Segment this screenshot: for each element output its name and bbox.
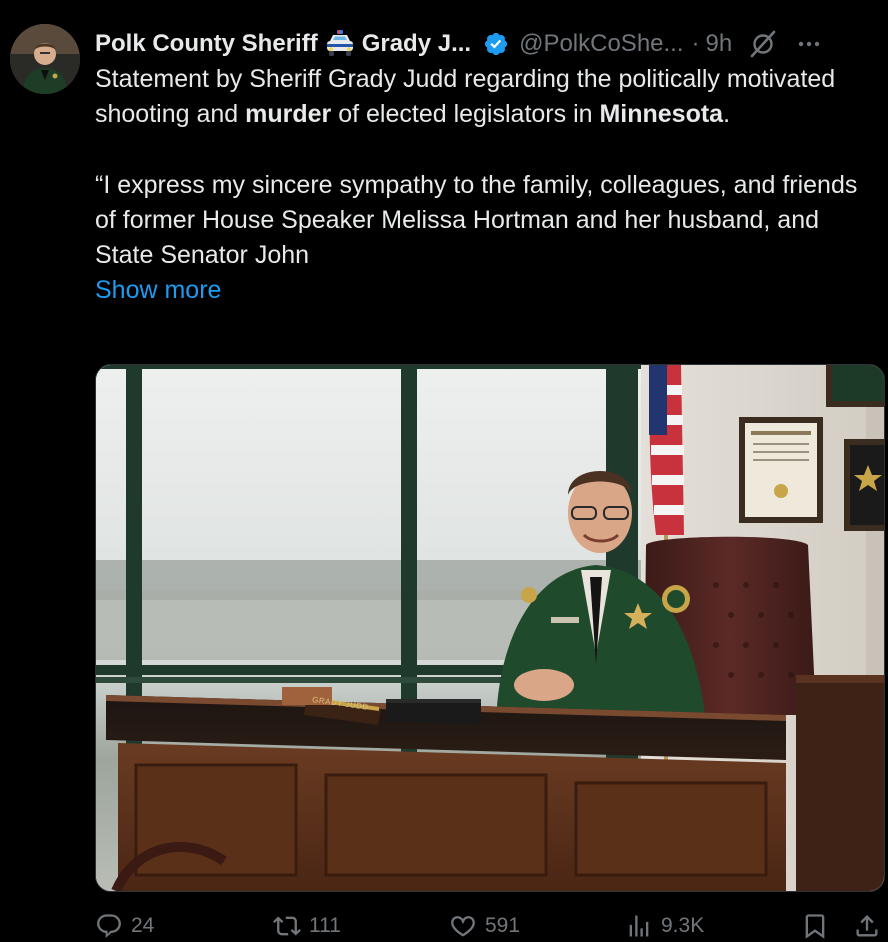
tweet-photo[interactable]: GRADY JUDD xyxy=(95,364,885,892)
tweet-actions-bar: 24 111 591 9.3K xyxy=(95,912,885,942)
views-count: 9.3K xyxy=(661,914,705,937)
reply-icon xyxy=(97,914,121,938)
author-handle[interactable]: @PolkCoShe... xyxy=(519,30,683,58)
tweet-paragraph-statement: Statement by Sheriff Grady Judd regardin… xyxy=(95,62,875,133)
separator-dot: · xyxy=(691,30,700,57)
reply-button[interactable]: 24 xyxy=(95,912,154,940)
repost-count: 111 xyxy=(309,914,341,937)
tweet-text-bold: murder xyxy=(245,100,332,129)
police-car-emoji-icon xyxy=(326,30,353,56)
bookmark-button[interactable] xyxy=(801,912,829,940)
tweet-text-segment: of elected legislators in xyxy=(331,100,600,129)
like-count: 591 xyxy=(485,914,521,937)
heart-icon xyxy=(451,916,475,937)
display-name[interactable]: Polk County Sheriff xyxy=(95,30,318,58)
tweet-text: Statement by Sheriff Grady Judd regardin… xyxy=(95,62,875,309)
timestamp[interactable]: 9h xyxy=(706,30,733,58)
tweet-text-segment: . xyxy=(723,100,731,129)
bookmark-icon xyxy=(805,914,825,939)
grok-icon[interactable] xyxy=(748,29,778,59)
tweet-header: Polk County Sheriff Grady J... @PolkCoSh… xyxy=(95,26,878,62)
display-name-suffix[interactable]: Grady J... xyxy=(362,30,471,58)
more-options-icon[interactable] xyxy=(794,29,824,59)
tweet-text-bold: Minnesota xyxy=(599,100,724,129)
verified-badge-icon xyxy=(484,32,508,56)
views-chart-icon xyxy=(629,915,649,937)
show-more-link[interactable]: Show more xyxy=(95,273,221,308)
share-button[interactable] xyxy=(853,912,881,940)
repost-icon xyxy=(273,916,301,936)
tweet[interactable]: Polk County Sheriff Grady J... @PolkCoSh… xyxy=(0,0,888,942)
avatar[interactable] xyxy=(10,24,80,94)
views-button[interactable]: 9.3K xyxy=(625,912,704,940)
tweet-paragraph-quote: “I express my sincere sympathy to the fa… xyxy=(95,170,858,270)
sheriff-desk-photo xyxy=(96,365,884,891)
avatar-photo xyxy=(10,24,80,94)
share-icon xyxy=(856,915,878,937)
reply-count: 24 xyxy=(131,914,155,937)
repost-button[interactable]: 111 xyxy=(273,912,341,940)
like-button[interactable]: 591 xyxy=(449,912,520,940)
